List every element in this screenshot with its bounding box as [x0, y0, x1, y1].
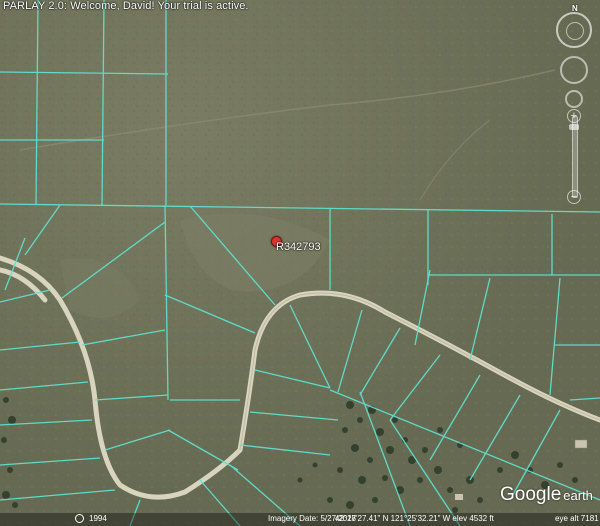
logo-sub: earth — [563, 488, 593, 503]
compass-center-icon[interactable] — [566, 22, 584, 40]
zoom-in-button[interactable]: + — [567, 109, 581, 123]
move-joystick-icon[interactable] — [565, 90, 583, 108]
building — [574, 439, 588, 449]
zoom-out-button[interactable]: − — [567, 190, 581, 204]
satellite-map[interactable] — [0, 0, 600, 526]
coordinates-readout: 42°28'27.41" N 121°25'32.21" W elev 4532… — [335, 514, 494, 523]
navigation-controls: N + − — [556, 4, 596, 204]
logo-main: Google — [500, 484, 562, 505]
parcel-label[interactable]: R342793 — [276, 241, 321, 253]
historical-year[interactable]: 1994 — [89, 514, 107, 523]
eye-altitude: eye alt 7181 ft — [555, 514, 600, 523]
google-earth-logo: Google earth — [500, 484, 593, 506]
historical-imagery-icon[interactable] — [75, 514, 84, 523]
look-joystick-icon[interactable] — [560, 56, 588, 84]
zoom-slider-thumb[interactable] — [569, 124, 579, 130]
app-title: PARLAY 2.0: Welcome, David! Your trial i… — [3, 0, 249, 12]
building-2 — [455, 494, 463, 500]
status-bar: 1994 Imagery Date: 5/27/2017 42°28'27.41… — [0, 513, 600, 526]
compass-ring-icon[interactable] — [556, 12, 592, 48]
